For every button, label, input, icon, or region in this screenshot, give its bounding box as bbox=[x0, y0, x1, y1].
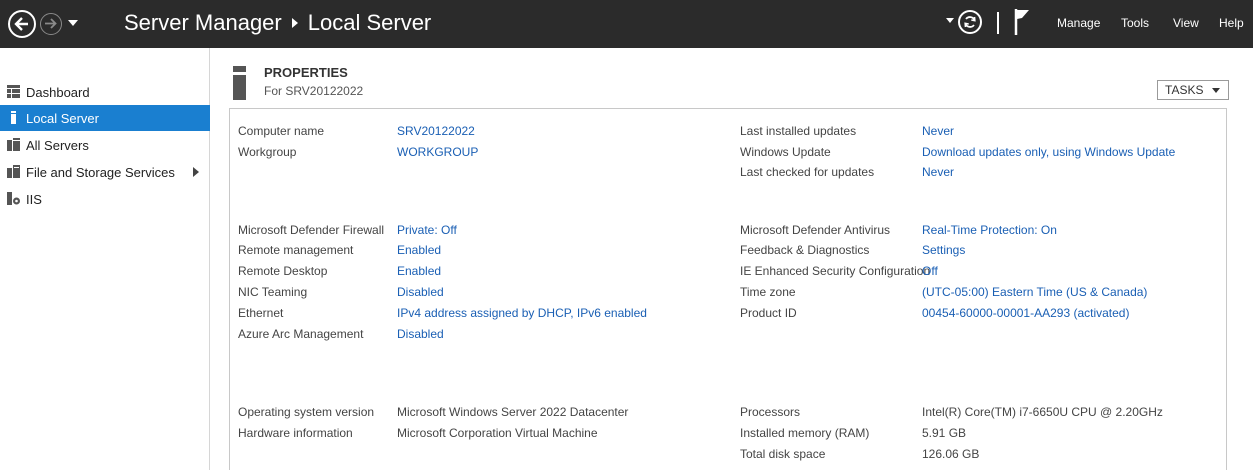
sidebar-item-local-server[interactable]: Local Server bbox=[0, 105, 210, 131]
property-label: Hardware information bbox=[238, 426, 353, 440]
property-label: Remote Desktop bbox=[238, 264, 328, 278]
product-id-link[interactable]: 00454-60000-00001-AA293 (activated) bbox=[922, 306, 1129, 320]
server-icon bbox=[11, 111, 16, 124]
property-label: Processors bbox=[740, 405, 801, 419]
property-label: Installed memory (RAM) bbox=[740, 426, 870, 440]
azure-arc-link[interactable]: Disabled bbox=[397, 327, 444, 341]
sidebar-item-dashboard[interactable]: Dashboard bbox=[0, 79, 210, 105]
property-label: Microsoft Defender Antivirus bbox=[740, 223, 891, 237]
property-label: Workgroup bbox=[238, 145, 297, 159]
ethernet-link[interactable]: IPv4 address assigned by DHCP, IPv6 enab… bbox=[397, 306, 647, 320]
last-checked-updates-link[interactable]: Never bbox=[922, 165, 954, 179]
remote-desktop-link[interactable]: Enabled bbox=[397, 264, 441, 278]
servers-icon bbox=[7, 138, 20, 151]
property-label: Last installed updates bbox=[740, 124, 857, 138]
defender-antivirus-link[interactable]: Real-Time Protection: On bbox=[922, 223, 1057, 237]
feedback-diagnostics-link[interactable]: Settings bbox=[922, 243, 965, 257]
ie-esc-link[interactable]: Off bbox=[922, 264, 938, 278]
properties-subtitle: For SRV20122022 bbox=[264, 84, 364, 98]
sidebar-item-label: Local Server bbox=[26, 110, 99, 126]
computer-name-link[interactable]: SRV20122022 bbox=[397, 124, 475, 138]
storage-icon bbox=[7, 165, 20, 178]
iis-icon bbox=[7, 192, 20, 205]
property-label: Product ID bbox=[740, 306, 797, 320]
hardware-info-value: Microsoft Corporation Virtual Machine bbox=[397, 426, 598, 440]
dashboard-icon bbox=[7, 85, 20, 98]
breadcrumb: Server Manager Local Server bbox=[124, 10, 431, 36]
menu-tools[interactable]: Tools bbox=[1121, 16, 1149, 30]
firewall-link[interactable]: Private: Off bbox=[397, 223, 457, 237]
breadcrumb-separator-icon bbox=[291, 17, 298, 28]
menu-manage[interactable]: Manage bbox=[1057, 16, 1100, 30]
property-label: Total disk space bbox=[740, 447, 826, 461]
disk-space-value: 126.06 GB bbox=[922, 447, 980, 461]
last-installed-updates-link[interactable]: Never bbox=[922, 124, 954, 138]
menu-help[interactable]: Help bbox=[1219, 16, 1244, 30]
title-bar: Server Manager Local Server Manage Tools … bbox=[0, 0, 1253, 48]
expand-arrow-icon[interactable] bbox=[193, 167, 199, 177]
workgroup-link[interactable]: WORKGROUP bbox=[397, 145, 478, 159]
sidebar-item-all-servers[interactable]: All Servers bbox=[0, 132, 210, 158]
sidebar-item-label: All Servers bbox=[26, 137, 89, 153]
property-label: Last checked for updates bbox=[740, 165, 875, 179]
properties-icon bbox=[233, 66, 246, 100]
os-version-value: Microsoft Windows Server 2022 Datacenter bbox=[397, 405, 629, 419]
forward-arrow-icon[interactable] bbox=[40, 13, 62, 35]
refresh-icon[interactable] bbox=[958, 10, 982, 34]
property-label: NIC Teaming bbox=[238, 285, 308, 299]
nic-teaming-link[interactable]: Disabled bbox=[397, 285, 444, 299]
tasks-dropdown[interactable]: TASKS bbox=[1157, 80, 1229, 100]
refresh-dropdown-icon[interactable] bbox=[946, 18, 954, 23]
remote-management-link[interactable]: Enabled bbox=[397, 243, 441, 257]
property-label: Time zone bbox=[740, 285, 796, 299]
installed-memory-value: 5.91 GB bbox=[922, 426, 967, 440]
breadcrumb-page: Local Server bbox=[307, 10, 432, 35]
property-label: Azure Arc Management bbox=[238, 327, 364, 341]
property-label: Ethernet bbox=[238, 306, 284, 320]
property-label: Windows Update bbox=[740, 145, 831, 159]
windows-update-link[interactable]: Download updates only, using Windows Upd… bbox=[922, 145, 1175, 159]
sidebar-item-label: Dashboard bbox=[26, 84, 90, 100]
sidebar-item-label: File and Storage Services bbox=[26, 164, 175, 180]
tasks-label: TASKS bbox=[1165, 83, 1204, 97]
property-label: Computer name bbox=[238, 124, 325, 138]
toolbar-divider bbox=[997, 12, 999, 34]
property-label: IE Enhanced Security Configuration bbox=[740, 264, 931, 278]
breadcrumb-app: Server Manager bbox=[124, 10, 282, 35]
property-label: Feedback & Diagnostics bbox=[740, 243, 870, 257]
property-label: Remote management bbox=[238, 243, 354, 257]
notifications-flag-icon[interactable] bbox=[1014, 8, 1030, 39]
sidebar: Dashboard Local Server All Servers File … bbox=[0, 48, 210, 470]
sidebar-item-label: IIS bbox=[26, 191, 42, 207]
property-label: Operating system version bbox=[238, 405, 375, 419]
chevron-down-icon bbox=[1212, 88, 1220, 93]
processors-value: Intel(R) Core(TM) i7-6650U CPU @ 2.20GHz bbox=[922, 405, 1163, 419]
property-label: Microsoft Defender Firewall bbox=[238, 223, 385, 237]
time-zone-link[interactable]: (UTC-05:00) Eastern Time (US & Canada) bbox=[922, 285, 1147, 299]
menu-view[interactable]: View bbox=[1173, 16, 1199, 30]
sidebar-item-file-and-storage[interactable]: File and Storage Services bbox=[0, 159, 210, 185]
history-dropdown-icon[interactable] bbox=[68, 20, 78, 26]
sidebar-item-iis[interactable]: IIS bbox=[0, 186, 210, 212]
properties-title: PROPERTIES bbox=[264, 65, 348, 80]
back-arrow-icon[interactable] bbox=[8, 10, 36, 38]
